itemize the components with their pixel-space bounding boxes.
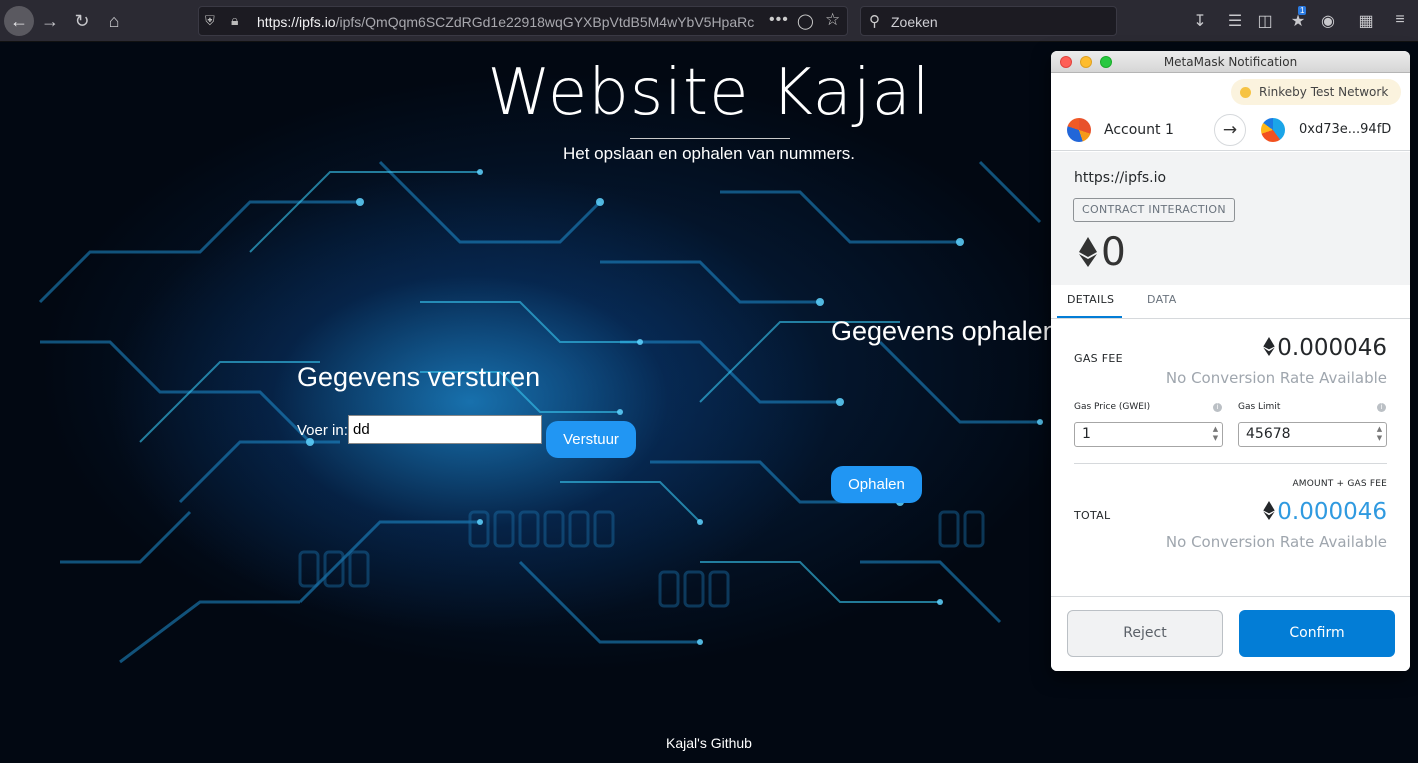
- origin-url: https://ipfs.io: [1074, 170, 1167, 186]
- action-footer: Reject Confirm: [1051, 596, 1410, 671]
- reject-button[interactable]: Reject: [1067, 610, 1223, 657]
- pocket-icon[interactable]: ◯: [797, 12, 814, 30]
- gas-price-value: 1: [1082, 426, 1091, 442]
- network-status-dot: [1240, 87, 1251, 98]
- contract-interaction-badge: CONTRACT INTERACTION: [1073, 198, 1235, 222]
- gas-limit-label: Gas Limit: [1238, 402, 1281, 412]
- star-icon[interactable]: ☆: [825, 10, 840, 30]
- recipient-avatar: [1261, 118, 1285, 142]
- input-label: Voer in:: [297, 422, 348, 439]
- extension-icon[interactable]: ★ 1: [1288, 6, 1308, 31]
- gas-fee-conversion: No Conversion Rate Available: [1165, 369, 1387, 387]
- tab-data[interactable]: DATA: [1147, 293, 1177, 306]
- total-conversion: No Conversion Rate Available: [1165, 533, 1387, 551]
- gas-price-input[interactable]: 1 ▲ ▼: [1074, 422, 1223, 447]
- notification-badge: 1: [1298, 6, 1307, 15]
- github-link[interactable]: Kajal's Github: [0, 735, 1418, 751]
- sidebar-icon[interactable]: ◫: [1255, 11, 1275, 31]
- window-title: MetaMask Notification: [1163, 55, 1298, 69]
- ethereum-icon: [1263, 337, 1275, 356]
- section-divider: [1074, 463, 1387, 464]
- library-icon[interactable]: ☰: [1225, 11, 1245, 31]
- tab-details[interactable]: DETAILS: [1067, 293, 1114, 306]
- send-heading: Gegevens versturen: [297, 362, 541, 392]
- gas-fee-label: GAS FEE: [1074, 352, 1123, 365]
- lock-icon[interactable]: 🔒︎: [231, 12, 238, 29]
- network-name: Rinkeby Test Network: [1259, 85, 1389, 99]
- metamask-window: MetaMask Notification Rinkeby Test Netwo…: [1051, 51, 1410, 671]
- url-path: /ipfs/QmQqm6SCZdRGd1e22918wqGYXBpVtdB5M4…: [335, 14, 755, 30]
- gas-price-label: Gas Price (GWEI): [1074, 402, 1151, 412]
- search-bar[interactable]: ⚲ Zoeken: [860, 6, 1117, 36]
- gas-fee-amount: 0.000046: [1263, 335, 1387, 361]
- fetch-heading: Gegevens ophalen: [831, 316, 1058, 346]
- account-icon[interactable]: ◉: [1318, 11, 1338, 31]
- extensions-grid-icon[interactable]: ▦: [1356, 11, 1376, 31]
- transaction-amount: 0: [1101, 230, 1126, 275]
- window-titlebar: MetaMask Notification: [1051, 51, 1410, 73]
- back-arrow-icon[interactable]: ←: [4, 6, 34, 36]
- transaction-summary: https://ipfs.io CONTRACT INTERACTION 0: [1051, 152, 1410, 285]
- gas-limit-value: 45678: [1246, 426, 1291, 442]
- shield-icon[interactable]: ⛨: [205, 13, 219, 29]
- url-host: https://ipfs.io: [257, 14, 336, 30]
- stepper-arrows-icon[interactable]: ▲ ▼: [1211, 425, 1220, 443]
- arrow-right-icon: →: [1214, 114, 1246, 146]
- sender-recipient-row: Account 1 → 0xd73e...94fD: [1051, 109, 1410, 151]
- account-avatar: [1067, 118, 1091, 142]
- download-icon[interactable]: ↧: [1190, 11, 1210, 31]
- info-icon[interactable]: i: [1377, 403, 1386, 412]
- title-divider: [630, 138, 790, 139]
- reload-icon[interactable]: ↻: [69, 8, 95, 34]
- url-bar[interactable]: ⛨ 🔒︎ https://ipfs.io/ipfs/QmQqm6SCZdRGd1…: [198, 6, 848, 36]
- gas-fee-value: 0.000046: [1277, 335, 1387, 361]
- total-value: 0.000046: [1277, 499, 1387, 525]
- amount-gas-label: AMOUNT + GAS FEE: [1292, 479, 1387, 489]
- network-indicator[interactable]: Rinkeby Test Network: [1231, 79, 1401, 105]
- detail-tabs: DETAILS DATA: [1051, 285, 1410, 319]
- active-tab-indicator: [1057, 316, 1122, 318]
- confirm-button[interactable]: Confirm: [1239, 610, 1395, 657]
- forward-arrow-icon[interactable]: →: [37, 8, 63, 34]
- recipient-address[interactable]: 0xd73e...94fD: [1299, 122, 1391, 137]
- gas-limit-input[interactable]: 45678 ▲ ▼: [1238, 422, 1387, 447]
- fetch-button[interactable]: Ophalen: [831, 466, 922, 503]
- total-label: TOTAL: [1074, 509, 1111, 522]
- url-text[interactable]: https://ipfs.io/ipfs/QmQqm6SCZdRGd1e2291…: [257, 14, 777, 30]
- info-icon[interactable]: i: [1213, 403, 1222, 412]
- home-icon[interactable]: ⌂: [101, 8, 127, 34]
- number-input[interactable]: [348, 415, 542, 444]
- menu-icon[interactable]: ≡: [1390, 11, 1410, 29]
- send-button[interactable]: Verstuur: [546, 421, 636, 458]
- account-name: Account 1: [1104, 122, 1174, 138]
- stepper-arrows-icon[interactable]: ▲ ▼: [1375, 425, 1384, 443]
- total-amount: 0.000046: [1263, 499, 1387, 525]
- browser-toolbar: ← → ↻ ⌂ ⛨ 🔒︎ https://ipfs.io/ipfs/QmQqm6…: [0, 0, 1418, 42]
- search-placeholder: Zoeken: [891, 14, 938, 30]
- ethereum-icon: [1263, 501, 1275, 520]
- ethereum-icon: [1079, 237, 1097, 267]
- page-actions-menu[interactable]: •••: [769, 11, 789, 29]
- search-icon: ⚲: [869, 13, 880, 30]
